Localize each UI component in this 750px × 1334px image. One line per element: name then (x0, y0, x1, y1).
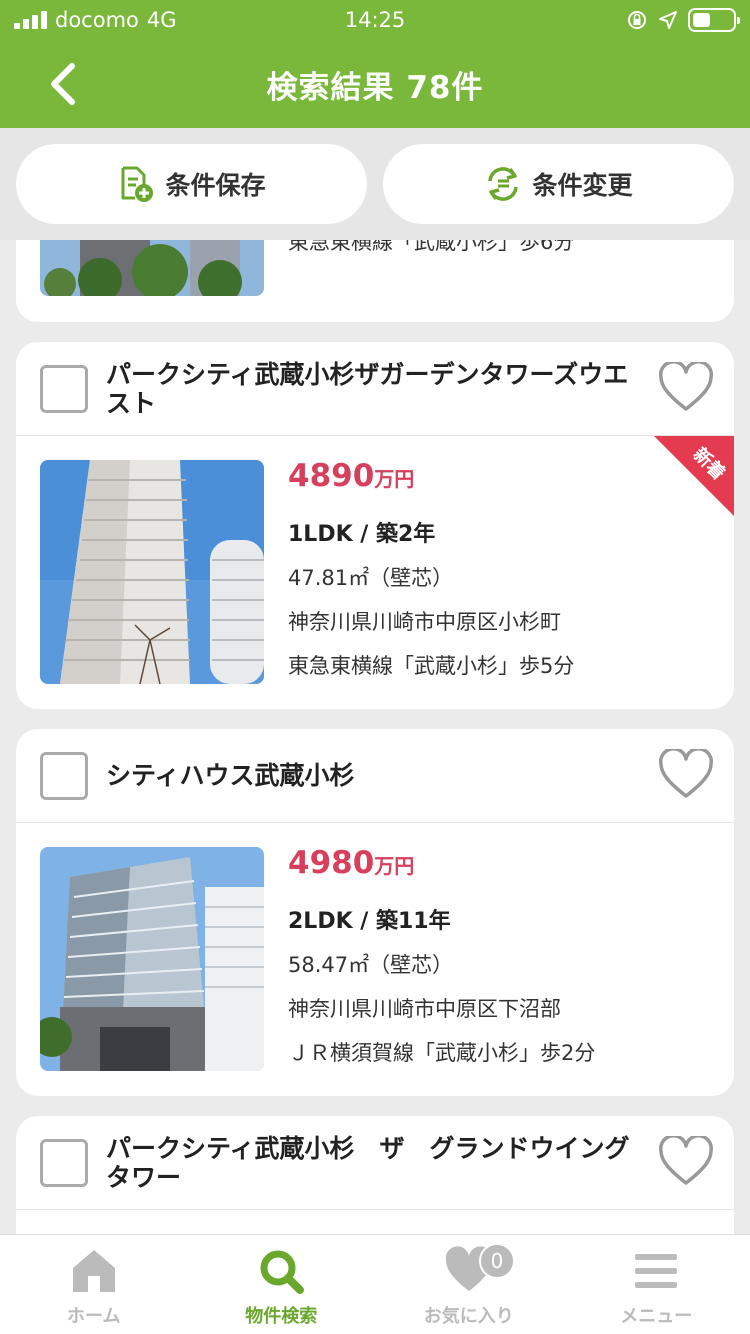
tab-home[interactable]: ホーム (0, 1235, 188, 1334)
favorites-count-badge: 0 (479, 1243, 515, 1279)
listing-card[interactable]: シティハウス武蔵小杉 4980万円 2LDK / 築11年 58.47㎡（壁芯）… (16, 729, 734, 1096)
property-name[interactable]: パークシティ武蔵小杉ザガーデンタワーズウエスト (106, 360, 636, 418)
save-conditions-label: 条件保存 (165, 171, 266, 200)
property-name[interactable]: シティハウス武蔵小杉 (106, 761, 636, 790)
layout-age: 2LDK / 築11年 (288, 909, 451, 934)
back-chevron-icon[interactable] (40, 60, 88, 108)
navigation-bar: 検索結果 78件 (0, 40, 750, 128)
status-time: 14:25 (344, 8, 406, 32)
tab-favorites[interactable]: 0 お気に入り (375, 1235, 563, 1334)
floor-area: 47.81㎡（壁芯） (288, 566, 454, 590)
tab-bar: ホーム 物件検索 0 お気に入り メニュー (0, 1234, 750, 1334)
tab-search[interactable]: 物件検索 (188, 1235, 376, 1334)
change-conditions-button[interactable]: 条件変更 (383, 144, 734, 224)
tab-favorites-label: お気に入り (423, 1306, 514, 1327)
menu-icon (635, 1254, 678, 1288)
battery-icon (688, 8, 740, 32)
access-text: 東急東横線「武蔵小杉」歩5分 (288, 654, 575, 678)
select-checkbox[interactable] (40, 1138, 88, 1187)
price: 4890万円 (288, 458, 415, 494)
select-checkbox[interactable] (40, 751, 88, 800)
heart-icon[interactable] (658, 362, 714, 414)
change-conditions-label: 条件変更 (532, 171, 633, 200)
listing-card-partial[interactable]: 東急東横線「武蔵小杉」歩6分 (16, 240, 734, 322)
listing-card[interactable]: パークシティ武蔵小杉ザガーデンタワーズウエスト 新着 4890万円 1LDK /… (16, 342, 734, 709)
tab-menu-label: メニュー (620, 1306, 693, 1327)
save-conditions-button[interactable]: 条件保存 (16, 144, 367, 224)
network-type: 4G (146, 8, 177, 32)
tab-home-label: ホーム (67, 1306, 121, 1327)
orientation-lock-icon (628, 11, 646, 29)
address: 神奈川県川崎市中原区下沼部 (288, 997, 561, 1021)
heart-icon[interactable] (658, 749, 714, 801)
listing-photo (40, 460, 264, 684)
new-badge: 新着 (654, 436, 734, 516)
listing-card[interactable]: パークシティ武蔵小杉 ザ グランドウイングタワー (16, 1116, 734, 1234)
listing-photo (40, 847, 264, 1071)
action-bar: 条件保存 条件変更 (0, 128, 750, 240)
page-title: 検索結果 78件 (266, 69, 484, 106)
price: 4980万円 (288, 845, 415, 881)
listing-photo (40, 240, 264, 296)
floor-area: 58.47㎡（壁芯） (288, 953, 454, 977)
refresh-list-icon (488, 167, 519, 201)
signal-icon (14, 11, 47, 29)
results-list[interactable]: 東急東横線「武蔵小杉」歩6分 パークシティ武蔵小杉ザガーデンタワーズウエスト 新… (0, 240, 750, 1234)
home-icon (72, 1250, 115, 1292)
heart-icon[interactable] (658, 1136, 714, 1188)
tab-menu[interactable]: メニュー (563, 1235, 750, 1334)
access-text: 東急東横線「武蔵小杉」歩6分 (288, 240, 575, 254)
layout-age: 1LDK / 築2年 (288, 522, 436, 547)
property-name[interactable]: パークシティ武蔵小杉 ザ グランドウイングタワー (106, 1134, 636, 1192)
address: 神奈川県川崎市中原区小杉町 (288, 610, 561, 634)
location-icon (659, 11, 677, 29)
search-icon (260, 1250, 305, 1294)
tab-search-label: 物件検索 (245, 1306, 318, 1327)
carrier-name: docomo (55, 8, 139, 32)
status-bar: docomo 4G 14:25 (0, 0, 750, 40)
document-add-icon (121, 166, 154, 202)
select-checkbox[interactable] (40, 364, 88, 413)
access-text: ＪＲ横須賀線「武蔵小杉」歩2分 (288, 1041, 596, 1065)
